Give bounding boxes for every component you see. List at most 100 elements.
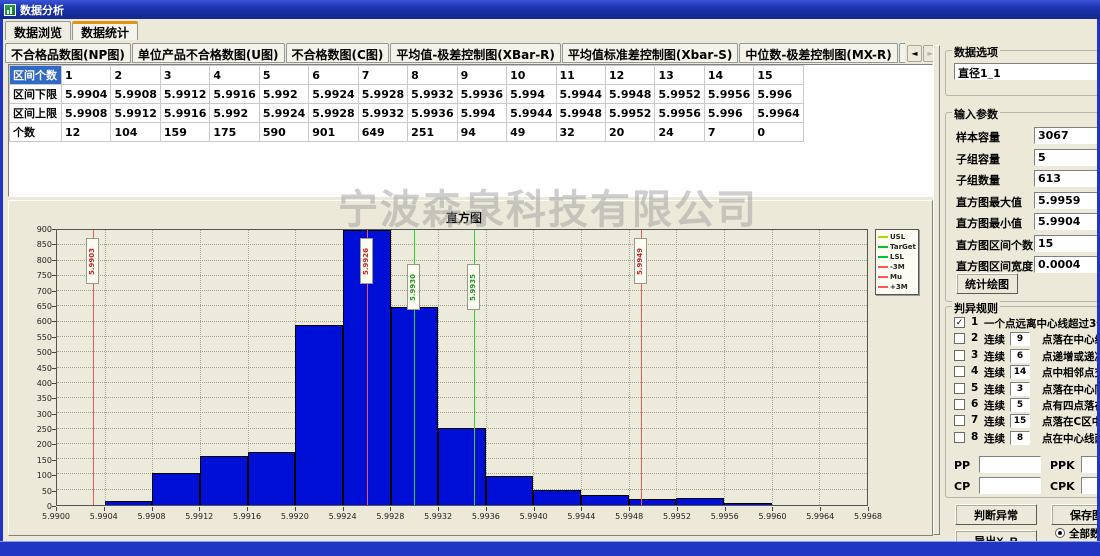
table-cell[interactable]: 6 [309,66,358,85]
rule-2-checkbox[interactable] [954,333,965,344]
table-cell[interactable]: 5.9956 [655,104,704,123]
table-cell[interactable]: 5.992 [210,104,259,123]
table-cell[interactable]: 5.9956 [704,85,753,104]
subgroup-size-field[interactable]: 5 [1034,149,1097,166]
table-cell[interactable]: 5.9928 [358,85,407,104]
rule-7-count-field[interactable]: 15 [1010,414,1030,428]
rule-3-count-field[interactable]: 6 [1010,349,1030,363]
table-cell[interactable]: 5.9944 [507,104,556,123]
rule-3-checkbox[interactable] [954,350,965,361]
subgroup-count-field[interactable]: 613 [1034,170,1097,187]
table-cell[interactable]: 5.9932 [408,85,457,104]
table-cell[interactable]: 15 [754,66,803,85]
table-cell[interactable]: 5.996 [704,104,753,123]
table-cell[interactable]: 104 [111,123,160,142]
rule-5-checkbox[interactable] [954,383,965,394]
histogram-bar[interactable] [105,501,153,505]
table-cell[interactable]: 5.9908 [62,104,111,123]
table-cell[interactable]: 901 [309,123,358,142]
table-cell[interactable]: 5.9932 [358,104,407,123]
splitter[interactable] [933,45,940,535]
rule-6-checkbox[interactable] [954,399,965,410]
table-cell[interactable]: 2 [111,66,160,85]
hist-bin-count-field[interactable]: 15 [1034,235,1097,252]
table-cell[interactable]: 5.9928 [309,104,358,123]
table-cell[interactable]: 12 [605,66,654,85]
histogram-bar[interactable] [438,428,486,505]
rule-1-checkbox[interactable]: ✓ [954,317,965,328]
histogram-bar[interactable] [152,473,200,505]
table-cell[interactable]: 5.9912 [111,104,160,123]
histogram-bar[interactable] [629,499,677,505]
table-cell[interactable]: 20 [605,123,654,142]
table-cell[interactable]: 24 [655,123,704,142]
titlebar[interactable]: 数据分析 [0,0,1100,19]
histogram-bar[interactable] [200,456,248,505]
chart-tab-xbar-s[interactable]: 平均值标准差控制图(Xbar-S) [562,43,738,63]
chart-tab-u[interactable]: 单位产品不合格数图(U图) [132,43,285,63]
table-cell[interactable]: 5.9924 [309,85,358,104]
table-cell[interactable]: 9 [457,66,506,85]
ppk-field[interactable] [1081,456,1097,473]
tab-data-browse[interactable]: 数据浏览 [5,21,71,40]
table-cell[interactable]: 5.9916 [210,85,259,104]
table-cell[interactable]: 159 [160,123,209,142]
table-cell[interactable]: 5.9924 [259,104,308,123]
rule-6-count-field[interactable]: 5 [1010,398,1030,412]
table-cell[interactable]: 5.9948 [605,85,654,104]
rule-7-checkbox[interactable] [954,415,965,426]
hist-max-field[interactable]: 5.9959 [1034,192,1097,209]
table-cell[interactable]: 5.9944 [556,85,605,104]
table-cell[interactable]: 12 [62,123,111,142]
table-cell[interactable]: 5.9916 [160,104,209,123]
table-cell[interactable]: 590 [259,123,308,142]
table-cell[interactable]: 0 [754,123,803,142]
histogram-bar[interactable] [295,325,343,505]
cp-field[interactable] [979,477,1041,494]
table-cell[interactable]: 5.9952 [605,104,654,123]
table-cell[interactable]: 251 [408,123,457,142]
table-cell[interactable]: 5 [259,66,308,85]
chart-tab-mx-r[interactable]: 中位数-极差控制图(MX-R) [739,43,897,63]
table-cell[interactable]: 32 [556,123,605,142]
table-cell[interactable]: 5.9936 [457,85,506,104]
chart-tab-x-mr[interactable]: 单值-移动极差控制图(X-MR) [899,43,905,63]
radio-all-data[interactable] [1055,528,1065,538]
cpk-field[interactable] [1081,477,1097,494]
table-cell[interactable]: 5.9936 [408,104,457,123]
rule-2-count-field[interactable]: 9 [1010,332,1030,346]
chart-tab-np[interactable]: 不合格品数图(NP图) [5,43,131,63]
table-cell[interactable]: 1 [62,66,111,85]
rule-5-count-field[interactable]: 3 [1010,382,1030,396]
sample-size-field[interactable]: 3067 [1034,127,1097,144]
data-series-combobox[interactable]: 直径1_1 [954,63,1097,80]
table-cell[interactable]: 10 [507,66,556,85]
histogram-bar[interactable] [486,476,534,505]
tab-data-statistics[interactable]: 数据统计 [72,21,138,40]
row-header-cell[interactable]: 个数 [10,123,62,142]
hist-min-field[interactable]: 5.9904 [1034,213,1097,230]
table-cell[interactable]: 649 [358,123,407,142]
table-cell[interactable]: 5.9952 [655,85,704,104]
histogram-plot[interactable]: 5.99035.99265.99305.99355.9949 [56,229,868,506]
table-cell[interactable]: 94 [457,123,506,142]
judge-abnormal-button[interactable]: 判断异常 [955,504,1037,525]
rule-4-count-field[interactable]: 14 [1010,365,1030,379]
row-header-cell[interactable]: 区间下限 [10,85,62,104]
histogram-bar[interactable] [248,452,296,505]
table-cell[interactable]: 5.9908 [111,85,160,104]
save-image-button[interactable]: 保存图片 [1051,504,1097,525]
chart-tab-xbar-r[interactable]: 平均值-极差控制图(XBar-R) [390,43,561,63]
row-header-cell[interactable]: 区间上限 [10,104,62,123]
tab-scroll-left-icon[interactable]: ◄ [907,45,922,62]
histogram-bar[interactable] [581,495,629,505]
table-cell[interactable]: 5.994 [507,85,556,104]
rule-4-checkbox[interactable] [954,366,965,377]
chart-tab-c[interactable]: 不合格数图(C图) [286,43,390,63]
table-cell[interactable]: 7 [704,123,753,142]
table-cell[interactable]: 5.9964 [754,104,803,123]
table-cell[interactable]: 5.992 [259,85,308,104]
histogram-bar[interactable] [676,498,724,505]
table-cell[interactable]: 5.9948 [556,104,605,123]
table-cell[interactable]: 3 [160,66,209,85]
